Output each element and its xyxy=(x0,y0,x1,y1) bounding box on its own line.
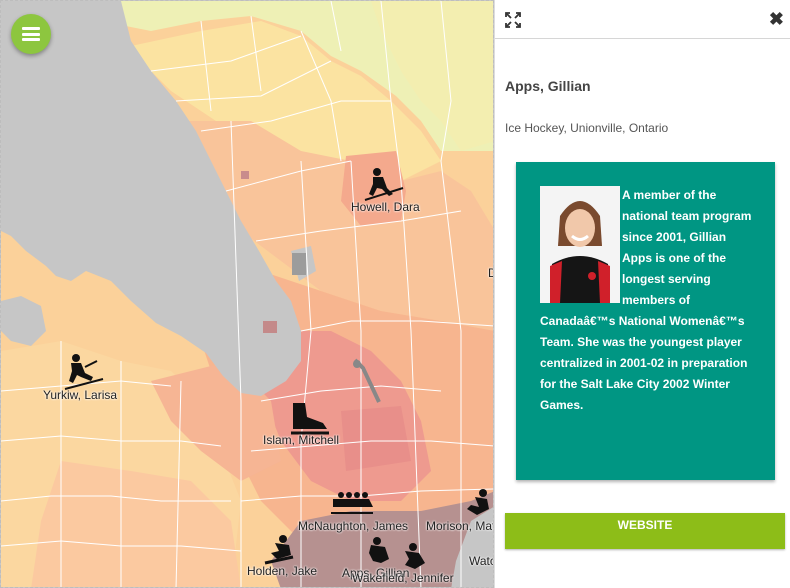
marker-morison[interactable] xyxy=(461,487,493,521)
marker-label: McNaughton, James xyxy=(298,519,409,533)
marker-label: Wakefield, Jennifer xyxy=(352,571,454,585)
marker-label: Holden, Jake xyxy=(247,564,318,578)
bobsleigh-icon xyxy=(331,492,373,514)
skier-icon xyxy=(467,489,489,515)
water-body xyxy=(292,253,306,275)
expand-icon[interactable] xyxy=(505,12,521,28)
marker-howell[interactable] xyxy=(363,166,405,204)
panel-header: ✖ xyxy=(495,0,790,39)
hamburger-icon xyxy=(22,27,40,41)
marker-mcnaughton[interactable] xyxy=(329,489,375,519)
marker-apps[interactable] xyxy=(363,535,397,569)
marker-yurkiw[interactable] xyxy=(63,353,105,391)
snowboarder-icon xyxy=(264,535,294,565)
skier-icon xyxy=(369,537,389,563)
region-pink-block xyxy=(341,406,411,471)
marker-label: Howell, Dara xyxy=(351,200,420,214)
marker-label: Yurkiw, Larisa xyxy=(43,388,118,402)
marker-label: Watc xyxy=(469,554,494,568)
skier-icon xyxy=(364,168,404,201)
marker-label: Islam, Mitchell xyxy=(263,433,340,447)
menu-button[interactable] xyxy=(11,14,51,54)
marker-label: Morison, Mat xyxy=(426,519,494,533)
athlete-subtitle: Ice Hockey, Unionville, Ontario xyxy=(505,121,669,135)
urban-patch xyxy=(241,171,249,179)
urban-patch xyxy=(263,321,277,333)
info-panel: ✖ Apps, Gillian Ice Hockey, Unionville, … xyxy=(494,0,790,588)
marker-holden[interactable] xyxy=(263,533,297,567)
choropleth-map[interactable] xyxy=(1,1,494,588)
website-button[interactable]: WEBSITE xyxy=(505,513,785,549)
map-view[interactable]: Howell, Dara Yurkiw, Larisa Islam, Mitch… xyxy=(0,0,494,588)
athlete-photo xyxy=(540,186,620,303)
marker-wakefield[interactable] xyxy=(397,541,431,575)
skier-icon xyxy=(405,543,425,569)
skier-icon xyxy=(64,354,104,390)
road-icon xyxy=(349,358,383,408)
athlete-name: Apps, Gillian xyxy=(505,78,591,94)
close-icon[interactable]: ✖ xyxy=(769,10,784,28)
bio-card: A member of the national team program si… xyxy=(516,162,775,480)
